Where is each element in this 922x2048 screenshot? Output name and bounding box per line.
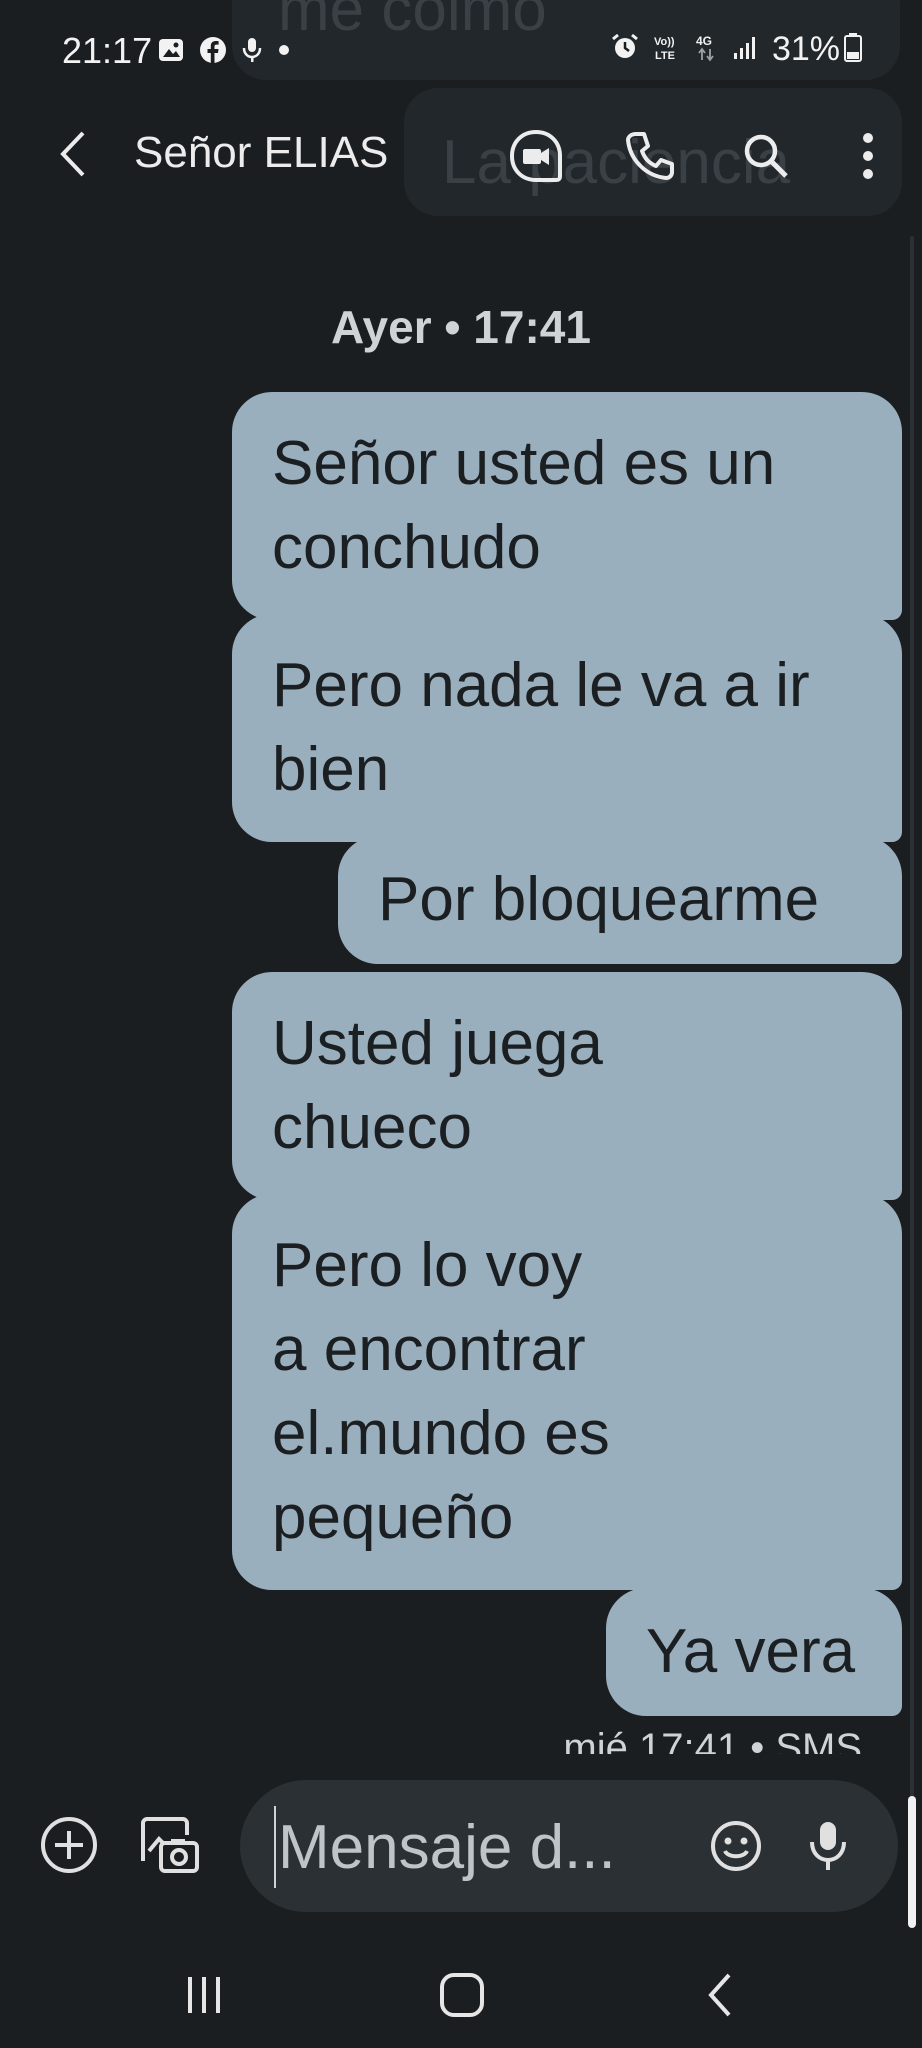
message-bubble[interactable]: Por bloquearme xyxy=(338,836,902,964)
message-line: chueco xyxy=(272,1093,472,1162)
message-line: Por bloquearme xyxy=(378,865,820,934)
message-bubble[interactable]: Señor usted es un conchudo xyxy=(232,392,902,620)
more-icon xyxy=(863,133,873,179)
volte-icon: Vo)) LTE xyxy=(652,32,682,67)
message-bubble[interactable]: Pero lo voy a encontrar el.mundo es pequ… xyxy=(232,1194,902,1590)
message-timestamp: mié 17:41 • SMS xyxy=(563,1726,862,1754)
emoji-button[interactable] xyxy=(704,1814,768,1878)
svg-text:4G: 4G xyxy=(696,34,712,48)
status-right-icons: Vo)) LTE 4G 31% xyxy=(610,30,862,69)
date-separator: Ayer • 17:41 xyxy=(331,301,591,353)
voice-input-button[interactable] xyxy=(796,1814,860,1878)
alarm-icon xyxy=(610,32,640,67)
composer-bar xyxy=(0,1776,922,1916)
scrollbar-track[interactable] xyxy=(910,236,914,1926)
back-icon xyxy=(60,131,85,177)
signal-icon xyxy=(732,33,760,66)
status-time: 21:17 xyxy=(62,30,153,71)
mic-icon xyxy=(810,1822,846,1870)
message-bubble[interactable]: Ya vera xyxy=(606,1588,902,1716)
message-line: conchudo xyxy=(272,513,541,582)
back-button[interactable] xyxy=(44,126,100,182)
video-call-button[interactable] xyxy=(504,124,568,188)
status-left-icons xyxy=(157,36,291,69)
dot-icon xyxy=(277,43,291,62)
message-input-container xyxy=(240,1780,898,1912)
message-bubble[interactable]: Pero nada le va a ir bien xyxy=(232,614,902,842)
video-call-icon xyxy=(509,129,562,182)
facebook-icon xyxy=(199,36,227,69)
gallery-icon xyxy=(157,36,185,69)
recents-icon xyxy=(188,1977,220,2013)
emoji-icon xyxy=(711,1821,761,1871)
search-icon xyxy=(744,134,788,178)
search-button[interactable] xyxy=(734,124,798,188)
message-bubble[interactable]: Usted juega chueco xyxy=(232,972,902,1200)
4g-icon: 4G xyxy=(694,32,720,67)
message-line: Señor usted es un xyxy=(272,429,776,498)
svg-text:Vo)): Vo)) xyxy=(654,36,675,48)
message-line: Usted juega xyxy=(272,1009,603,1078)
gallery-camera-icon xyxy=(141,1817,199,1873)
message-line: bien xyxy=(272,735,390,804)
phone-icon xyxy=(626,132,674,180)
battery-icon xyxy=(844,32,862,67)
more-options-button[interactable] xyxy=(836,124,900,188)
add-button[interactable] xyxy=(34,1810,104,1880)
call-button[interactable] xyxy=(618,124,682,188)
message-line: Ya vera xyxy=(646,1617,856,1686)
recents-button[interactable] xyxy=(164,1960,244,2030)
nav-back-icon xyxy=(708,1973,731,2017)
status-bar: 21:17 Vo)) LTE 4G 31% xyxy=(0,0,922,104)
battery-percent: 31% xyxy=(771,30,840,68)
message-line: pequeño xyxy=(272,1483,514,1552)
gallery-camera-button[interactable] xyxy=(134,1810,204,1880)
message-line: Pero nada le va a ir xyxy=(272,651,810,720)
svg-text:LTE: LTE xyxy=(655,50,675,62)
message-input[interactable] xyxy=(274,1806,680,1888)
app-header: Señor ELIAS xyxy=(0,104,922,204)
message-line: a encontrar xyxy=(272,1315,586,1384)
contact-name[interactable]: Señor ELIAS xyxy=(134,128,388,178)
message-line: Pero lo voy xyxy=(272,1231,583,1300)
add-icon xyxy=(41,1817,97,1873)
nav-back-button[interactable] xyxy=(680,1960,760,2030)
system-nav-bar xyxy=(0,1940,922,2048)
mic-status-icon xyxy=(241,36,263,69)
home-button[interactable] xyxy=(422,1960,502,2030)
message-line: el.mundo es xyxy=(272,1399,610,1468)
home-icon xyxy=(440,1973,484,2017)
